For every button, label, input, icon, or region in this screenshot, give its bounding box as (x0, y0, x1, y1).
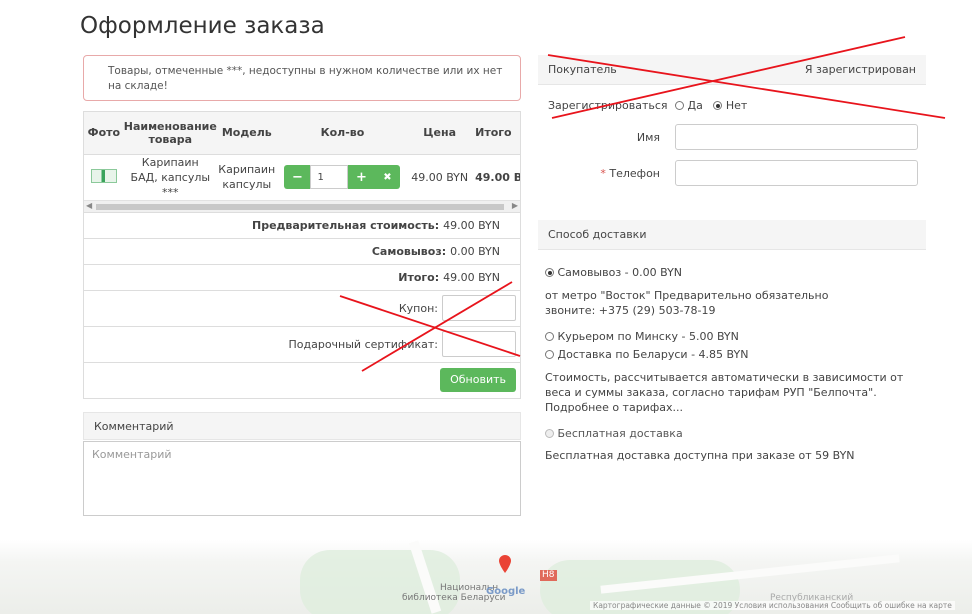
register-no-label[interactable]: Нет (726, 99, 747, 112)
update-button[interactable]: Обновить (440, 368, 516, 392)
comment-title: Комментарий (83, 412, 521, 440)
subtotal-value: 49.00 BYN (443, 218, 500, 232)
col-qty: Кол-во (276, 112, 409, 155)
map-footer: Картографические данные © 2019 Условия и… (590, 601, 955, 610)
pickup-cost-label: Самовывоз: (371, 244, 447, 258)
cart-table: Фото Наименование товара Модель Кол-во Ц… (84, 112, 520, 200)
courier-radio[interactable] (545, 332, 554, 341)
name-field[interactable] (675, 124, 918, 150)
pickup-label[interactable]: Самовывоз - 0.00 BYN (558, 266, 683, 279)
map[interactable]: H8 Национальн библиотека Беларуси Респуб… (0, 540, 972, 614)
free-label[interactable]: Бесплатная доставка (558, 427, 683, 440)
total-row: Итого: 49.00 BYN (84, 263, 520, 290)
product-total: 49.00 BYN (475, 170, 520, 184)
google-logo: Google (486, 586, 526, 597)
qty-minus-button[interactable]: − (284, 165, 311, 189)
horizontal-scrollbar[interactable]: ◀ ▶ (84, 199, 520, 212)
belarus-label[interactable]: Доставка по Беларуси - 4.85 BYN (558, 348, 749, 361)
pickup-cost-value: 0.00 BYN (450, 244, 500, 258)
scroll-right-arrow-icon[interactable]: ▶ (512, 201, 518, 210)
page-title: Оформление заказа (80, 13, 325, 39)
col-name: Наименование товара (123, 112, 217, 155)
register-radio-group: Да Нет (675, 99, 747, 112)
delivery-option-free[interactable]: Бесплатная доставка (545, 426, 683, 441)
register-yes-radio[interactable] (675, 101, 684, 110)
product-photo-cell (84, 154, 124, 200)
table-row: Карипаин БАД, капсулы *** Карипаин капсу… (84, 154, 520, 200)
name-label: Имя (636, 131, 660, 144)
gift-certificate-label: Подарочный сертификат: (288, 337, 439, 351)
cart-header-row: Фото Наименование товара Модель Кол-во Ц… (84, 112, 520, 155)
col-model: Модель (216, 112, 277, 155)
stock-alert: Товары, отмеченные ***, недоступны в нуж… (83, 55, 521, 101)
registered-link[interactable]: Я зарегистрирован (805, 63, 916, 76)
col-price: Цена (408, 112, 472, 155)
delivery-option-belarus[interactable]: Доставка по Беларуси - 4.85 BYN (545, 347, 748, 362)
free-note: Бесплатная доставка доступна при заказе … (545, 449, 855, 462)
delivery-panel-header: Способ доставки (538, 220, 926, 250)
pickup-cost-row: Самовывоз: 0.00 BYN (84, 237, 520, 264)
required-marker: * (600, 167, 606, 180)
coupon-row: Купон: (84, 289, 520, 326)
register-no-radio[interactable] (713, 101, 723, 110)
subtotal-label: Предварительная стоимость: (251, 218, 440, 232)
belarus-radio[interactable] (545, 350, 554, 359)
product-price: 49.00 BYN (411, 170, 469, 184)
map-marker-icon[interactable] (499, 555, 511, 573)
phone-label-wrap: * Телефон (548, 167, 660, 180)
delivery-title: Способ доставки (548, 228, 647, 241)
qty-input[interactable]: 1 (310, 165, 349, 189)
phone-label: Телефон (609, 167, 660, 180)
product-thumbnail[interactable] (90, 168, 117, 183)
col-total: Итого (471, 112, 520, 155)
coupon-label: Купон: (398, 301, 438, 315)
subtotal-row: Предварительная стоимость: 49.00 BYN (84, 211, 520, 238)
qty-plus-button[interactable]: + (348, 165, 375, 189)
courier-label[interactable]: Курьером по Минску - 5.00 BYN (558, 330, 739, 343)
update-row: Обновить (84, 361, 520, 398)
free-radio[interactable] (545, 429, 554, 438)
scrollbar-thumb[interactable] (96, 203, 504, 210)
delivery-option-courier[interactable]: Курьером по Минску - 5.00 BYN (545, 329, 739, 344)
qty-cell: − 1 + ✖ (277, 154, 408, 200)
gift-certificate-input[interactable] (442, 331, 516, 357)
phone-field[interactable] (675, 160, 918, 186)
buyer-title: Покупатель (548, 63, 617, 76)
total-value: 49.00 BYN (443, 270, 500, 284)
register-label: Зарегистрироваться (548, 99, 668, 112)
register-yes-label[interactable]: Да (688, 99, 703, 112)
quantity-stepper: − 1 + ✖ (284, 165, 401, 189)
buyer-panel-header: Покупатель Я зарегистрирован (538, 55, 926, 85)
remove-item-button[interactable]: ✖ (374, 165, 401, 189)
map-metro-badge: H8 (540, 570, 557, 581)
belarus-note[interactable]: Стоимость, рассчитывается автоматически … (545, 370, 905, 415)
product-model: Карипаин капсулы (218, 163, 276, 191)
product-name[interactable]: Карипаин БАД, капсулы *** (124, 154, 217, 200)
coupon-input[interactable] (442, 295, 516, 321)
col-photo: Фото (84, 112, 124, 155)
cart-table-scroll[interactable]: Фото Наименование товара Модель Кол-во Ц… (84, 112, 520, 200)
gift-certificate-row: Подарочный сертификат: (84, 325, 520, 362)
scroll-left-arrow-icon[interactable]: ◀ (86, 201, 92, 210)
delivery-option-pickup[interactable]: Самовывоз - 0.00 BYN (545, 265, 682, 280)
cart-panel: Фото Наименование товара Модель Кол-во Ц… (83, 111, 521, 399)
pickup-note: от метро "Восток" Предварительно обязате… (545, 289, 829, 317)
total-label: Итого: (398, 270, 440, 284)
comment-textarea[interactable]: Комментарий (83, 441, 521, 516)
pickup-radio[interactable] (545, 268, 554, 277)
